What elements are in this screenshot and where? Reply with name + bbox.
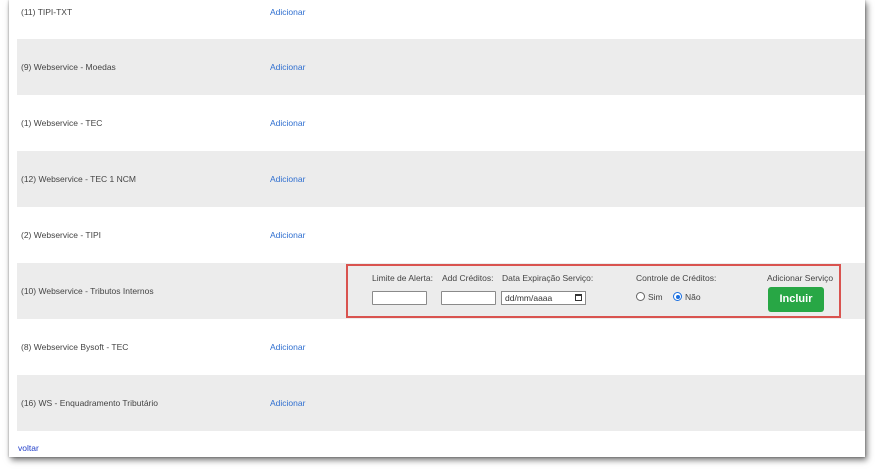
radio-nao-label: Não xyxy=(685,292,701,302)
controle-creditos-label: Controle de Créditos: xyxy=(636,273,717,283)
radio-sim[interactable] xyxy=(636,292,645,301)
service-name: (12) Webservice - TEC 1 NCM xyxy=(21,174,136,184)
date-placeholder: dd/mm/aaaa xyxy=(505,293,553,303)
add-creditos-label: Add Créditos: xyxy=(442,273,494,283)
table-row: (12) Webservice - TEC 1 NCM Adicionar xyxy=(17,151,865,207)
add-link[interactable]: Adicionar xyxy=(270,398,305,408)
table-row: (9) Webservice - Moedas Adicionar xyxy=(17,39,865,95)
add-link[interactable]: Adicionar xyxy=(270,174,305,184)
calendar-icon[interactable] xyxy=(575,294,582,301)
add-link[interactable]: Adicionar xyxy=(270,342,305,352)
service-name: (8) Webservice Bysoft - TEC xyxy=(21,342,129,352)
add-service-form: Limite de Alerta: Add Créditos: Data Exp… xyxy=(346,264,841,318)
service-name: (16) WS - Enquadramento Tributário xyxy=(21,398,159,408)
service-name: (2) Webservice - TIPI xyxy=(21,230,101,240)
table-row: (16) WS - Enquadramento Tributário Adici… xyxy=(17,375,865,431)
table-row: (11) TIPI-TXT Adicionar xyxy=(17,0,865,40)
add-link[interactable]: Adicionar xyxy=(270,62,305,72)
limite-alerta-label: Limite de Alerta: xyxy=(372,273,433,283)
adicionar-servico-label: Adicionar Serviço xyxy=(767,273,834,283)
data-expiracao-input[interactable]: dd/mm/aaaa xyxy=(501,291,586,305)
page-frame: (11) TIPI-TXT Adicionar (9) Webservice -… xyxy=(9,0,865,457)
service-name: (1) Webservice - TEC xyxy=(21,118,103,128)
limite-alerta-input[interactable] xyxy=(372,291,427,305)
service-name: (9) Webservice - Moedas xyxy=(21,62,116,72)
add-link[interactable]: Adicionar xyxy=(270,230,305,240)
data-expiracao-label: Data Expiração Serviço: xyxy=(502,273,594,283)
service-name: (11) TIPI-TXT xyxy=(21,7,73,17)
radio-nao[interactable] xyxy=(673,292,682,301)
table-row: (8) Webservice Bysoft - TEC Adicionar xyxy=(17,319,865,375)
add-link[interactable]: Adicionar xyxy=(270,7,305,17)
add-creditos-input[interactable] xyxy=(441,291,496,305)
radio-sim-label: Sim xyxy=(648,292,663,302)
service-name: (10) Webservice - Tributos Internos xyxy=(21,286,154,296)
table-row: (1) Webservice - TEC Adicionar xyxy=(17,95,865,151)
table-row: (2) Webservice - TIPI Adicionar xyxy=(17,207,865,263)
add-link[interactable]: Adicionar xyxy=(270,118,305,128)
incluir-button[interactable]: Incluir xyxy=(768,287,824,312)
voltar-link[interactable]: voltar xyxy=(18,443,39,453)
